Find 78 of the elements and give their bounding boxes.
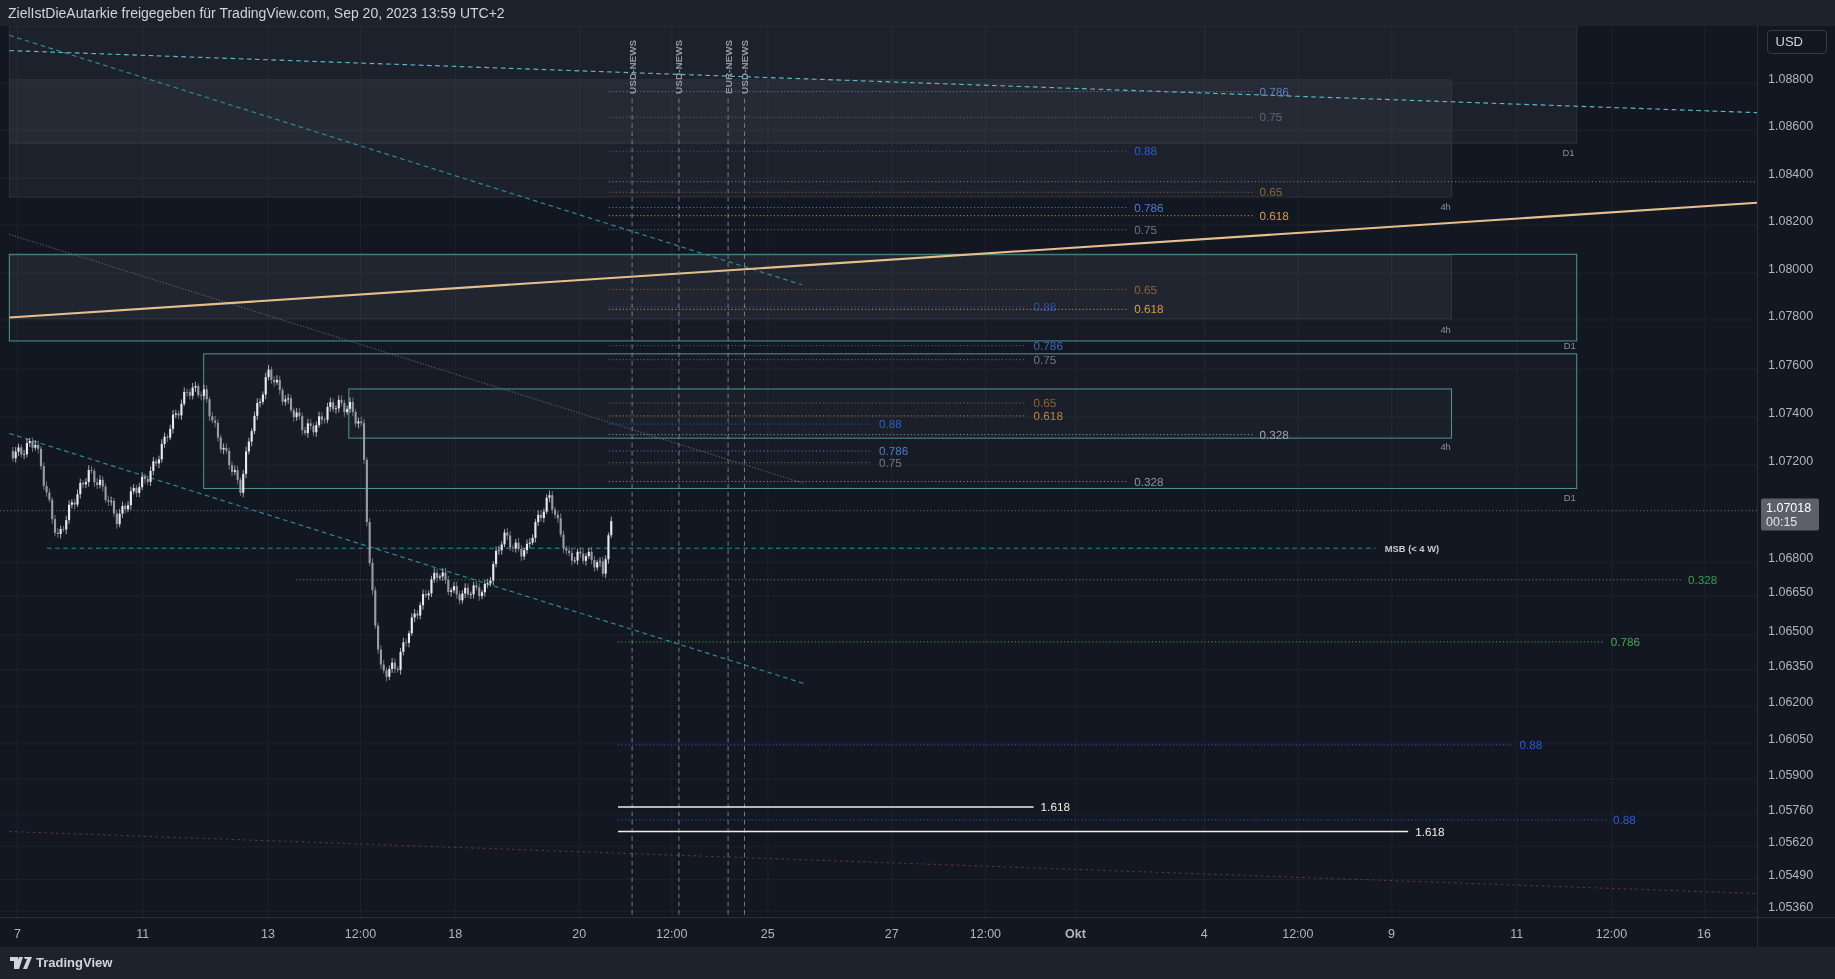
level-label: 0.786 [1610,636,1640,650]
price-label: 1.05490 [1768,868,1814,883]
current-price: 1.07018 [1766,500,1812,515]
level-label: 0.328 [1687,574,1718,588]
time-label: 12:00 [656,927,688,941]
timeframe-label: D1 [1563,341,1576,352]
price-label: 1.08400 [1768,167,1814,182]
time-label: 18 [448,927,463,941]
msb-label: MSB (< 4 W) [1384,543,1440,554]
level-label: 0.786 [879,445,909,459]
price-label: 1.06500 [1768,623,1814,638]
price-label: 1.08800 [1768,72,1814,87]
price-label: 1.05620 [1768,835,1814,850]
level-label: 1.618 [1415,826,1445,840]
time-label: 12:00 [1595,927,1628,941]
price-label: 1.07200 [1768,453,1814,468]
price-label: 1.05760 [1768,802,1814,817]
level-label: 0.65 [1033,397,1057,411]
level-label: 0.75 [1259,112,1283,125]
time-label: 20 [572,927,587,941]
news-label: USD-NEWS [739,39,750,94]
level-label: 0.328 [1259,429,1289,443]
time-label: 4 [1200,927,1208,941]
price-label: 1.08600 [1768,119,1814,134]
timeframe-label: D1 [1562,147,1575,158]
level-label: 0.88 [879,418,902,432]
level-label: 0.618 [1033,410,1063,424]
news-label: USD-NEWS [673,39,685,94]
time-label: 16 [1697,927,1711,941]
price-label: 1.06050 [1768,732,1814,747]
timeframe-label: D1 [1563,493,1576,504]
time-label: 13 [261,927,275,941]
timeframe-label: 4h [1440,324,1451,335]
time-label: 11 [136,927,150,941]
price-label: 1.05900 [1768,767,1814,782]
currency-button[interactable]: USD [1766,30,1827,54]
news-label: EUR-NEWS [722,39,734,94]
level-label: 0.88 [1613,814,1636,828]
time-label: 7 [14,927,22,941]
time-label: Okt [1065,927,1086,941]
time-label: 27 [884,927,899,941]
timeframe-label: 4h [1440,201,1451,212]
share-caption: ZielIstDieAutarkie freigegeben für TradingView.com, Sep 20, 2023 13:59 UTC+2 [8,3,505,23]
level-label: 0.88 [1033,301,1057,315]
news-label: USD-NEWS [626,39,638,94]
price-label: 1.07600 [1768,357,1814,372]
level-label: 0.786 [1033,340,1063,354]
time-label: 11 [1510,927,1524,941]
price-label: 1.06800 [1768,551,1814,565]
price-label: 1.08000 [1768,261,1814,276]
level-label: 0.786 [1134,202,1164,216]
level-label: 0.75 [1033,354,1057,368]
timeframe-label: 4h [1440,441,1451,452]
price-label: 1.07400 [1768,405,1814,420]
level-label: 0.328 [1134,476,1164,490]
level-label: 0.75 [879,457,902,471]
level-label: 0.618 [1259,210,1289,224]
price-label: 1.07800 [1768,308,1814,323]
level-label: 0.88 [1519,739,1543,753]
level-label: 0.65 [1134,284,1158,298]
price-label: 1.06350 [1768,658,1814,673]
level-label: 1.618 [1040,801,1070,815]
countdown-timer: 00:15 [1766,514,1798,529]
time-label: 12:00 [344,927,377,941]
time-label: 25 [760,927,775,941]
level-label: 0.618 [1134,304,1164,317]
time-label: 12:00 [1282,927,1314,941]
time-label: 12:00 [969,927,1002,941]
price-label: 1.06650 [1768,584,1814,599]
level-label: 0.786 [1259,86,1289,100]
level-label: 0.88 [1134,146,1158,159]
level-label: 0.75 [1134,224,1158,238]
price-label: 1.08200 [1768,213,1814,228]
price-label: 1.06200 [1768,694,1814,709]
level-label: 0.65 [1259,187,1283,200]
brand-name: TradingView [36,954,113,973]
price-label: 1.05360 [1768,899,1814,913]
time-label: 9 [1388,927,1395,941]
